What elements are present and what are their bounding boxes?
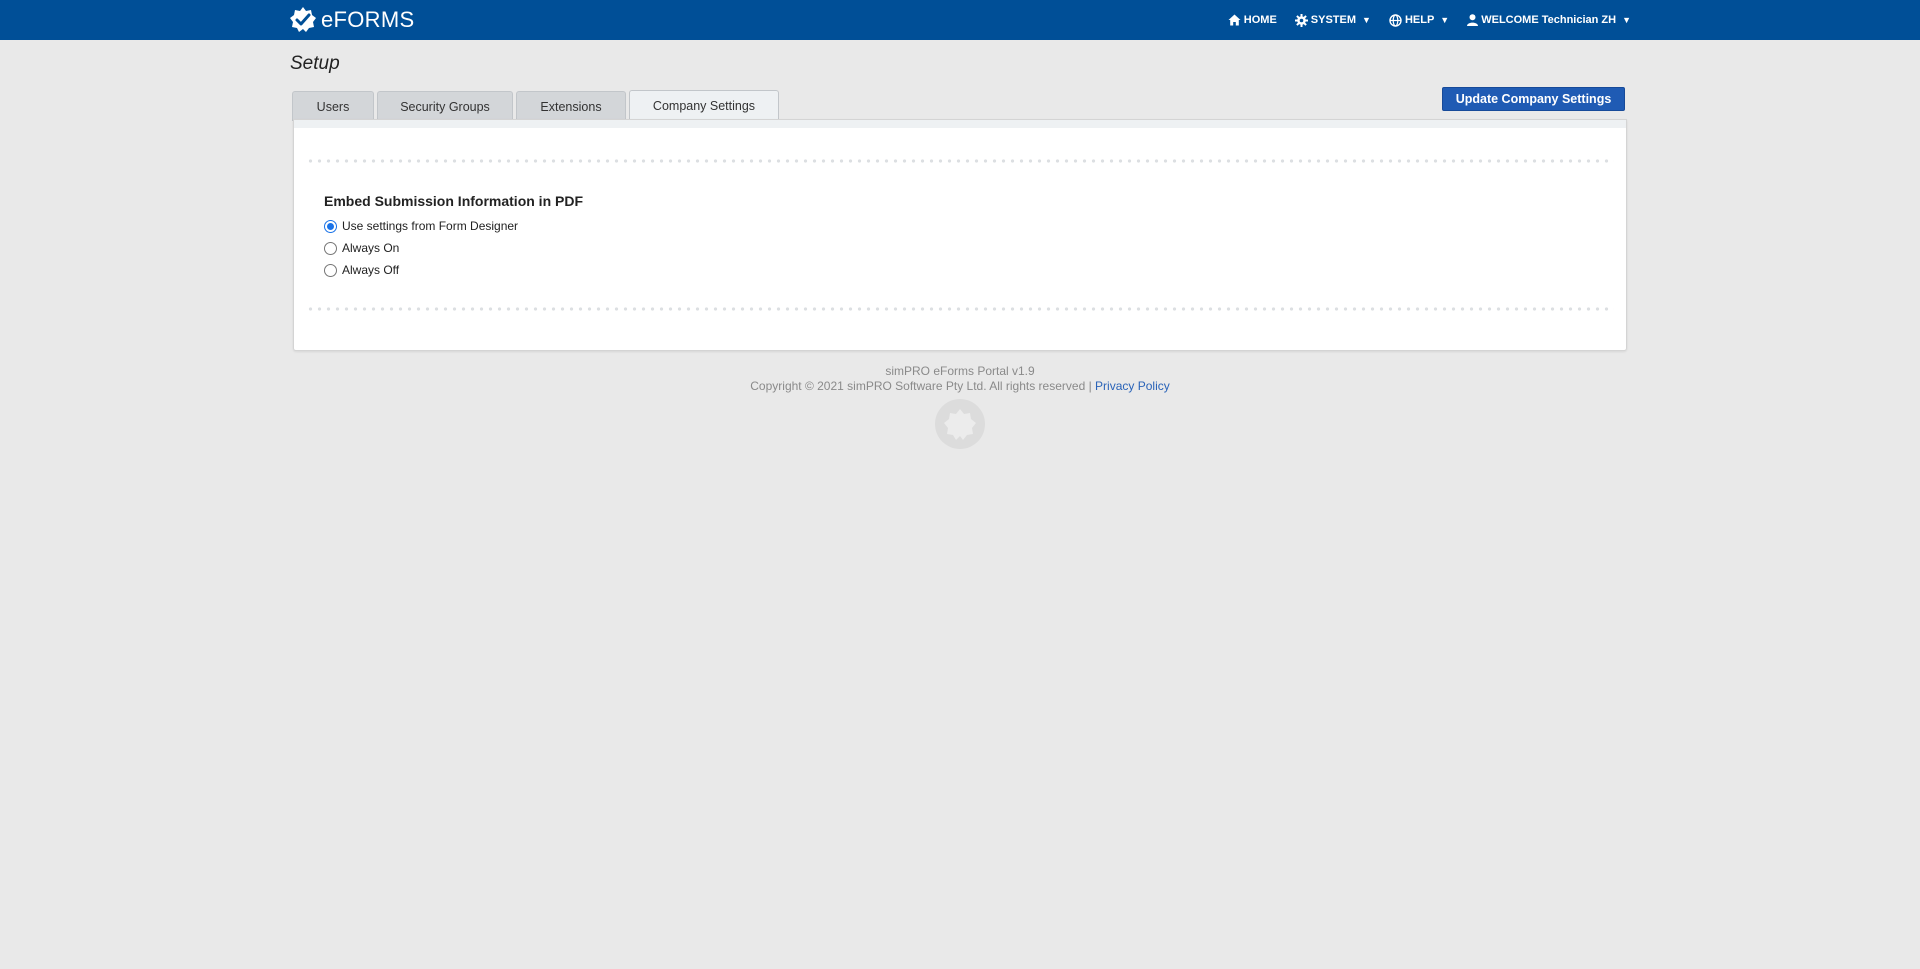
- footer-version: simPRO eForms Portal v1.9: [885, 364, 1035, 378]
- embed-pdf-heading: Embed Submission Information in PDF: [324, 193, 584, 209]
- update-company-settings-button[interactable]: Update Company Settings: [1442, 87, 1625, 111]
- option-label: Use settings from Form Designer: [342, 219, 519, 233]
- nav-home-label: HOME: [1243, 14, 1277, 26]
- tab-extensions[interactable]: Extensions: [516, 91, 626, 121]
- nav-system-label: SYSTEM: [1310, 14, 1357, 26]
- nav-help-label: HELP: [1404, 14, 1435, 26]
- nav-user-menu[interactable]: WELCOME Technician ZH ▼: [1467, 14, 1631, 26]
- top-navbar: eFORMS HOME SYSTEM ▼ HELP ▼ WELCOME Tech…: [0, 0, 1920, 40]
- brand-name: eFORMS: [321, 7, 415, 32]
- company-settings-panel: Embed Submission Information in PDF Use …: [293, 119, 1627, 351]
- option-always-off[interactable]: Always Off: [324, 263, 399, 277]
- chevron-down-icon: ▼: [1362, 15, 1371, 25]
- brand-logo[interactable]: eFORMS: [289, 6, 414, 34]
- footer: simPRO eForms Portal v1.9 Copyright © 20…: [0, 364, 1920, 394]
- page-title: Setup: [290, 53, 340, 74]
- radio-always-on[interactable]: [324, 241, 337, 255]
- home-icon: [1228, 14, 1241, 26]
- footer-copyright: Copyright © 2021 simPRO Software Pty Ltd…: [750, 379, 1092, 393]
- panel-top-strip: [294, 120, 1626, 128]
- top-nav-menu: HOME SYSTEM ▼ HELP ▼ WELCOME Technician …: [1210, 0, 1631, 40]
- eforms-logo-icon: [290, 7, 316, 32]
- chevron-down-icon: ▼: [1440, 15, 1450, 25]
- tab-users[interactable]: Users: [292, 91, 374, 121]
- radio-always-off[interactable]: [324, 263, 337, 277]
- dotted-divider-bottom: [306, 307, 1614, 311]
- gear-icon: [1294, 13, 1308, 27]
- nav-home[interactable]: HOME: [1228, 14, 1277, 26]
- setup-tabs: Users Security Groups Extensions Company…: [292, 90, 782, 121]
- option-label: Always Off: [342, 263, 400, 277]
- tab-security-groups[interactable]: Security Groups: [377, 91, 513, 121]
- globe-icon: [1389, 13, 1402, 27]
- footer-copyright-line: Copyright © 2021 simPRO Software Pty Ltd…: [0, 379, 1920, 394]
- footer-logo-icon: [935, 399, 985, 449]
- privacy-policy-link[interactable]: Privacy Policy: [1095, 379, 1170, 393]
- nav-welcome-label: WELCOME Technician ZH: [1481, 14, 1617, 26]
- option-label: Always On: [342, 241, 400, 255]
- radio-use-form-designer[interactable]: [324, 219, 337, 233]
- chevron-down-icon: ▼: [1622, 15, 1631, 25]
- user-icon: [1467, 14, 1479, 26]
- tab-company-settings[interactable]: Company Settings: [629, 90, 779, 121]
- dotted-divider-top: [306, 159, 1614, 163]
- nav-help[interactable]: HELP ▼: [1389, 13, 1450, 27]
- nav-system[interactable]: SYSTEM ▼: [1294, 13, 1371, 27]
- option-use-form-designer[interactable]: Use settings from Form Designer: [324, 219, 518, 233]
- option-always-on[interactable]: Always On: [324, 241, 399, 255]
